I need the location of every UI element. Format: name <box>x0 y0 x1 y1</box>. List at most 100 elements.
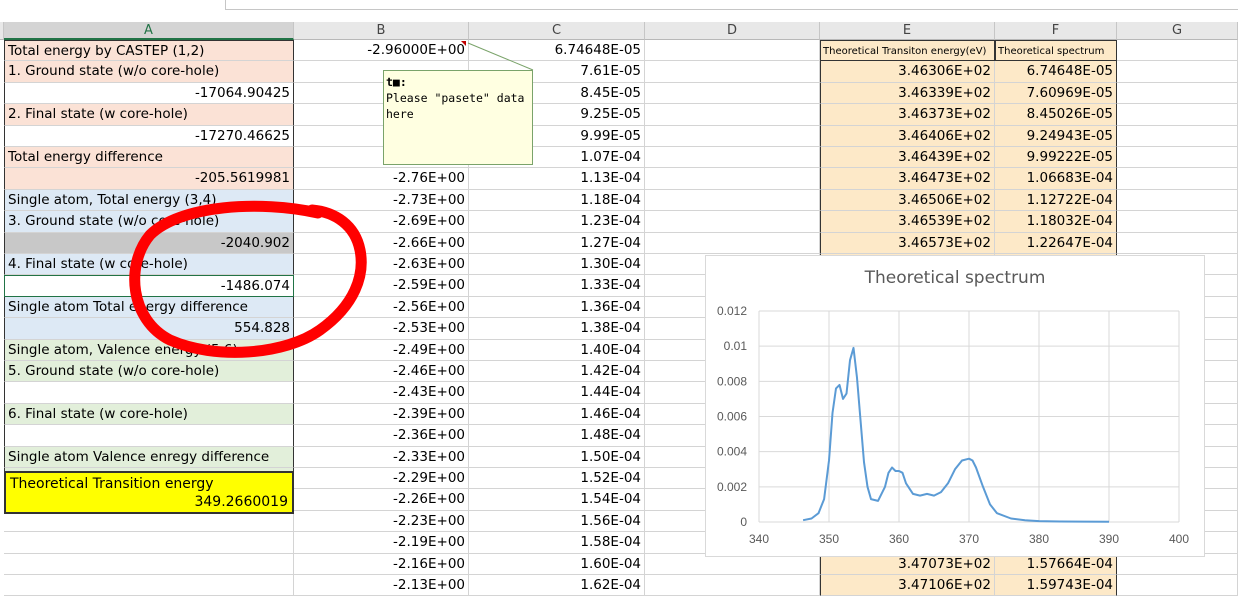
cell-a5[interactable]: -17270.46625 <box>4 125 294 147</box>
cell-e4[interactable]: 3.46373E+02 <box>820 104 995 126</box>
cell-c10[interactable]: 1.27E-04 <box>469 232 645 254</box>
cell-d6[interactable] <box>645 147 820 169</box>
cell-d2[interactable] <box>645 61 820 83</box>
cell-a9[interactable]: 3. Ground state (w/o core-hole) <box>4 211 294 233</box>
cell-g5[interactable] <box>1117 125 1238 147</box>
cell-e10[interactable]: 3.46573E+02 <box>820 232 995 254</box>
cell-a10[interactable]: -2040.902 <box>4 232 294 254</box>
cell-e5[interactable]: 3.46406E+02 <box>820 125 995 147</box>
cell-c26[interactable]: 1.62E-04 <box>469 575 645 597</box>
formula-bar[interactable] <box>225 0 1238 10</box>
cell-a25[interactable] <box>4 553 294 575</box>
cell-b15[interactable]: -2.49E+00 <box>294 339 469 361</box>
cell-f26[interactable]: 1.59743E-04 <box>995 575 1117 597</box>
select-all-corner[interactable] <box>0 22 4 40</box>
cell-c25[interactable]: 1.60E-04 <box>469 553 645 575</box>
cell-c16[interactable]: 1.42E-04 <box>469 361 645 383</box>
column-header-c[interactable]: C <box>469 22 645 40</box>
cell-a12[interactable]: -1486.074 <box>4 275 294 297</box>
cell-b23[interactable]: -2.23E+00 <box>294 510 469 533</box>
cell-g26[interactable] <box>1117 575 1238 597</box>
cell-b12[interactable]: -2.59E+00 <box>294 275 469 297</box>
cell-g7[interactable] <box>1117 168 1238 190</box>
cell-c13[interactable]: 1.36E-04 <box>469 296 645 319</box>
cell-a16[interactable]: 5. Ground state (w/o core-hole) <box>4 361 294 383</box>
cell-f3[interactable]: 7.60969E-05 <box>995 82 1117 105</box>
cell-a13[interactable]: Single atom Total energy difference <box>4 296 294 319</box>
cell-f1[interactable]: Theoretical spectrum <box>995 40 1117 62</box>
cell-f4[interactable]: 8.45026E-05 <box>995 104 1117 126</box>
cell-a3[interactable]: -17064.90425 <box>4 82 294 105</box>
cell-g1[interactable] <box>1117 40 1238 62</box>
cell-g6[interactable] <box>1117 147 1238 169</box>
cell-f6[interactable]: 9.99222E-05 <box>995 147 1117 169</box>
cell-d1[interactable] <box>645 40 820 62</box>
cell-d5[interactable] <box>645 125 820 147</box>
cell-b24[interactable]: -2.19E+00 <box>294 532 469 554</box>
cell-f5[interactable]: 9.24943E-05 <box>995 125 1117 147</box>
cell-g4[interactable] <box>1117 104 1238 126</box>
cell-b22[interactable]: -2.26E+00 <box>294 489 469 511</box>
cell-b11[interactable]: -2.63E+00 <box>294 254 469 276</box>
cell-b17[interactable]: -2.43E+00 <box>294 382 469 404</box>
cell-d10[interactable] <box>645 232 820 254</box>
cell-b13[interactable]: -2.56E+00 <box>294 296 469 319</box>
cell-a26[interactable] <box>4 575 294 597</box>
cell-e3[interactable]: 3.46339E+02 <box>820 82 995 105</box>
cell-c12[interactable]: 1.33E-04 <box>469 275 645 297</box>
cell-b14[interactable]: -2.53E+00 <box>294 318 469 340</box>
cell-a2[interactable]: 1. Ground state (w/o core-hole) <box>4 61 294 83</box>
cell-g8[interactable] <box>1117 189 1238 212</box>
cell-a17[interactable] <box>4 382 294 404</box>
cell-a1[interactable]: Total energy by CASTEP (1,2) <box>4 40 294 62</box>
cell-e6[interactable]: 3.46439E+02 <box>820 147 995 169</box>
cell-c18[interactable]: 1.46E-04 <box>469 403 645 426</box>
cell-b10[interactable]: -2.66E+00 <box>294 232 469 254</box>
cell-c19[interactable]: 1.48E-04 <box>469 425 645 447</box>
cell-c20[interactable]: 1.50E-04 <box>469 446 645 468</box>
cell-a20[interactable]: Single atom Valence enregy difference <box>4 446 294 468</box>
cell-a6[interactable]: Total energy difference <box>4 147 294 169</box>
cell-a15[interactable]: Single atom, Valence energy (5,6) <box>4 339 294 361</box>
cell-a8[interactable]: Single atom, Total energy (3,4) <box>4 189 294 212</box>
cell-a4[interactable]: 2. Final state (w core-hole) <box>4 104 294 126</box>
column-header-e[interactable]: E <box>820 22 995 40</box>
cell-f10[interactable]: 1.22647E-04 <box>995 232 1117 254</box>
cell-comment[interactable]: t■: Please "pasete" data here <box>383 70 533 165</box>
cell-e26[interactable]: 3.47106E+02 <box>820 575 995 597</box>
cell-c9[interactable]: 1.23E-04 <box>469 211 645 233</box>
cell-c11[interactable]: 1.30E-04 <box>469 254 645 276</box>
cell-c14[interactable]: 1.38E-04 <box>469 318 645 340</box>
cell-a11[interactable]: 4. Final state (w core-hole) <box>4 254 294 276</box>
cell-f7[interactable]: 1.06683E-04 <box>995 168 1117 190</box>
column-header-a[interactable]: A <box>4 22 294 40</box>
cell-c8[interactable]: 1.18E-04 <box>469 189 645 212</box>
cell-a23[interactable] <box>4 510 294 533</box>
cell-e2[interactable]: 3.46306E+02 <box>820 61 995 83</box>
cell-d26[interactable] <box>645 575 820 597</box>
cell-b18[interactable]: -2.39E+00 <box>294 403 469 426</box>
cell-c17[interactable]: 1.44E-04 <box>469 382 645 404</box>
cell-a24[interactable] <box>4 532 294 554</box>
cell-a14[interactable]: 554.828 <box>4 318 294 340</box>
cell-g10[interactable] <box>1117 232 1238 254</box>
spectrum-chart[interactable]: Theoretical spectrum 340 350 360 370 380 390 4… <box>705 255 1205 557</box>
cell-d8[interactable] <box>645 189 820 212</box>
cell-f8[interactable]: 1.12722E-04 <box>995 189 1117 212</box>
cell-d7[interactable] <box>645 168 820 190</box>
cell-b20[interactable]: -2.33E+00 <box>294 446 469 468</box>
cell-c15[interactable]: 1.40E-04 <box>469 339 645 361</box>
cell-b16[interactable]: -2.46E+00 <box>294 361 469 383</box>
cell-a18[interactable]: 6. Final state (w core-hole) <box>4 403 294 426</box>
cell-b19[interactable]: -2.36E+00 <box>294 425 469 447</box>
column-header-b[interactable]: B <box>294 22 469 40</box>
cell-d4[interactable] <box>645 104 820 126</box>
cell-c7[interactable]: 1.13E-04 <box>469 168 645 190</box>
transition-energy-box[interactable]: Theoretical Transition energy 349.266001… <box>4 471 294 514</box>
cell-b1[interactable]: -2.96000E+00 <box>294 40 469 62</box>
cell-b8[interactable]: -2.73E+00 <box>294 189 469 212</box>
column-header-f[interactable]: F <box>995 22 1117 40</box>
cell-c24[interactable]: 1.58E-04 <box>469 532 645 554</box>
cell-c21[interactable]: 1.52E-04 <box>469 468 645 490</box>
cell-c23[interactable]: 1.56E-04 <box>469 510 645 533</box>
